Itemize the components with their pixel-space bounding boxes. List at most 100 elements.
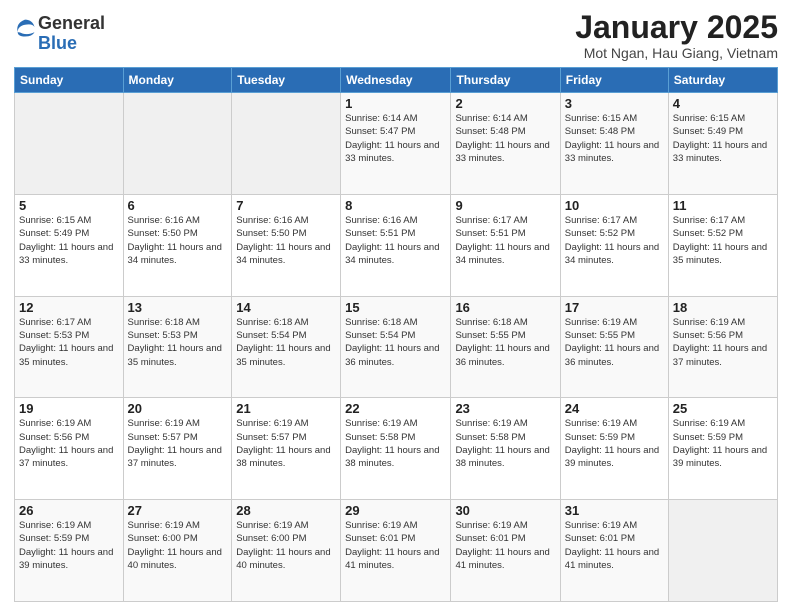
calendar-cell xyxy=(668,500,777,602)
calendar-cell xyxy=(15,93,124,195)
day-info: Sunrise: 6:15 AM Sunset: 5:48 PM Dayligh… xyxy=(565,112,664,165)
calendar-cell: 16Sunrise: 6:18 AM Sunset: 5:55 PM Dayli… xyxy=(451,296,560,398)
calendar-cell: 31Sunrise: 6:19 AM Sunset: 6:01 PM Dayli… xyxy=(560,500,668,602)
day-info: Sunrise: 6:19 AM Sunset: 5:59 PM Dayligh… xyxy=(673,417,773,470)
calendar-cell: 7Sunrise: 6:16 AM Sunset: 5:50 PM Daylig… xyxy=(232,194,341,296)
calendar-week-row: 12Sunrise: 6:17 AM Sunset: 5:53 PM Dayli… xyxy=(15,296,778,398)
calendar-cell: 1Sunrise: 6:14 AM Sunset: 5:47 PM Daylig… xyxy=(341,93,451,195)
day-number: 9 xyxy=(455,198,555,213)
calendar-cell: 8Sunrise: 6:16 AM Sunset: 5:51 PM Daylig… xyxy=(341,194,451,296)
calendar-cell: 11Sunrise: 6:17 AM Sunset: 5:52 PM Dayli… xyxy=(668,194,777,296)
page: General Blue January 2025 Mot Ngan, Hau … xyxy=(0,0,792,612)
day-info: Sunrise: 6:19 AM Sunset: 6:00 PM Dayligh… xyxy=(236,519,336,572)
day-info: Sunrise: 6:14 AM Sunset: 5:48 PM Dayligh… xyxy=(455,112,555,165)
day-info: Sunrise: 6:16 AM Sunset: 5:50 PM Dayligh… xyxy=(236,214,336,267)
day-info: Sunrise: 6:18 AM Sunset: 5:53 PM Dayligh… xyxy=(128,316,228,369)
day-number: 14 xyxy=(236,300,336,315)
calendar-cell: 12Sunrise: 6:17 AM Sunset: 5:53 PM Dayli… xyxy=(15,296,124,398)
day-info: Sunrise: 6:19 AM Sunset: 6:00 PM Dayligh… xyxy=(128,519,228,572)
calendar-cell: 28Sunrise: 6:19 AM Sunset: 6:00 PM Dayli… xyxy=(232,500,341,602)
calendar-cell: 21Sunrise: 6:19 AM Sunset: 5:57 PM Dayli… xyxy=(232,398,341,500)
day-number: 31 xyxy=(565,503,664,518)
calendar-cell: 2Sunrise: 6:14 AM Sunset: 5:48 PM Daylig… xyxy=(451,93,560,195)
weekday-header: Friday xyxy=(560,68,668,93)
calendar-cell: 15Sunrise: 6:18 AM Sunset: 5:54 PM Dayli… xyxy=(341,296,451,398)
weekday-header-row: SundayMondayTuesdayWednesdayThursdayFrid… xyxy=(15,68,778,93)
calendar-table: SundayMondayTuesdayWednesdayThursdayFrid… xyxy=(14,67,778,602)
day-number: 12 xyxy=(19,300,119,315)
day-number: 15 xyxy=(345,300,446,315)
weekday-header: Sunday xyxy=(15,68,124,93)
logo: General Blue xyxy=(14,14,105,54)
day-number: 19 xyxy=(19,401,119,416)
calendar-cell: 13Sunrise: 6:18 AM Sunset: 5:53 PM Dayli… xyxy=(123,296,232,398)
calendar-cell: 24Sunrise: 6:19 AM Sunset: 5:59 PM Dayli… xyxy=(560,398,668,500)
day-info: Sunrise: 6:19 AM Sunset: 5:58 PM Dayligh… xyxy=(345,417,446,470)
calendar-week-row: 1Sunrise: 6:14 AM Sunset: 5:47 PM Daylig… xyxy=(15,93,778,195)
calendar-cell: 6Sunrise: 6:16 AM Sunset: 5:50 PM Daylig… xyxy=(123,194,232,296)
weekday-header: Tuesday xyxy=(232,68,341,93)
header: General Blue January 2025 Mot Ngan, Hau … xyxy=(14,10,778,61)
day-info: Sunrise: 6:17 AM Sunset: 5:51 PM Dayligh… xyxy=(455,214,555,267)
calendar-cell: 25Sunrise: 6:19 AM Sunset: 5:59 PM Dayli… xyxy=(668,398,777,500)
logo-blue: Blue xyxy=(38,33,77,53)
calendar-week-row: 19Sunrise: 6:19 AM Sunset: 5:56 PM Dayli… xyxy=(15,398,778,500)
day-info: Sunrise: 6:19 AM Sunset: 6:01 PM Dayligh… xyxy=(565,519,664,572)
calendar-title: January 2025 xyxy=(575,10,778,45)
calendar-week-row: 5Sunrise: 6:15 AM Sunset: 5:49 PM Daylig… xyxy=(15,194,778,296)
day-number: 4 xyxy=(673,96,773,111)
weekday-header: Wednesday xyxy=(341,68,451,93)
day-number: 20 xyxy=(128,401,228,416)
day-number: 21 xyxy=(236,401,336,416)
day-number: 30 xyxy=(455,503,555,518)
day-info: Sunrise: 6:19 AM Sunset: 6:01 PM Dayligh… xyxy=(455,519,555,572)
calendar-cell: 4Sunrise: 6:15 AM Sunset: 5:49 PM Daylig… xyxy=(668,93,777,195)
day-number: 27 xyxy=(128,503,228,518)
day-number: 6 xyxy=(128,198,228,213)
day-number: 10 xyxy=(565,198,664,213)
day-info: Sunrise: 6:19 AM Sunset: 5:56 PM Dayligh… xyxy=(19,417,119,470)
calendar-cell xyxy=(123,93,232,195)
day-info: Sunrise: 6:18 AM Sunset: 5:55 PM Dayligh… xyxy=(455,316,555,369)
calendar-cell: 26Sunrise: 6:19 AM Sunset: 5:59 PM Dayli… xyxy=(15,500,124,602)
logo-general: General xyxy=(38,13,105,33)
day-info: Sunrise: 6:19 AM Sunset: 5:59 PM Dayligh… xyxy=(565,417,664,470)
day-info: Sunrise: 6:18 AM Sunset: 5:54 PM Dayligh… xyxy=(345,316,446,369)
day-info: Sunrise: 6:17 AM Sunset: 5:52 PM Dayligh… xyxy=(673,214,773,267)
weekday-header: Saturday xyxy=(668,68,777,93)
day-info: Sunrise: 6:17 AM Sunset: 5:53 PM Dayligh… xyxy=(19,316,119,369)
calendar-cell: 22Sunrise: 6:19 AM Sunset: 5:58 PM Dayli… xyxy=(341,398,451,500)
day-info: Sunrise: 6:19 AM Sunset: 5:56 PM Dayligh… xyxy=(673,316,773,369)
day-number: 25 xyxy=(673,401,773,416)
day-info: Sunrise: 6:17 AM Sunset: 5:52 PM Dayligh… xyxy=(565,214,664,267)
day-number: 7 xyxy=(236,198,336,213)
day-info: Sunrise: 6:19 AM Sunset: 5:57 PM Dayligh… xyxy=(128,417,228,470)
day-number: 8 xyxy=(345,198,446,213)
day-info: Sunrise: 6:16 AM Sunset: 5:51 PM Dayligh… xyxy=(345,214,446,267)
day-info: Sunrise: 6:15 AM Sunset: 5:49 PM Dayligh… xyxy=(673,112,773,165)
title-block: January 2025 Mot Ngan, Hau Giang, Vietna… xyxy=(575,10,778,61)
day-number: 28 xyxy=(236,503,336,518)
calendar-cell: 27Sunrise: 6:19 AM Sunset: 6:00 PM Dayli… xyxy=(123,500,232,602)
day-number: 18 xyxy=(673,300,773,315)
calendar-cell: 10Sunrise: 6:17 AM Sunset: 5:52 PM Dayli… xyxy=(560,194,668,296)
day-info: Sunrise: 6:15 AM Sunset: 5:49 PM Dayligh… xyxy=(19,214,119,267)
day-number: 13 xyxy=(128,300,228,315)
day-number: 23 xyxy=(455,401,555,416)
calendar-cell: 23Sunrise: 6:19 AM Sunset: 5:58 PM Dayli… xyxy=(451,398,560,500)
day-info: Sunrise: 6:19 AM Sunset: 5:58 PM Dayligh… xyxy=(455,417,555,470)
calendar-cell: 19Sunrise: 6:19 AM Sunset: 5:56 PM Dayli… xyxy=(15,398,124,500)
calendar-cell: 29Sunrise: 6:19 AM Sunset: 6:01 PM Dayli… xyxy=(341,500,451,602)
day-number: 24 xyxy=(565,401,664,416)
day-number: 29 xyxy=(345,503,446,518)
day-info: Sunrise: 6:19 AM Sunset: 6:01 PM Dayligh… xyxy=(345,519,446,572)
day-info: Sunrise: 6:19 AM Sunset: 5:57 PM Dayligh… xyxy=(236,417,336,470)
calendar-week-row: 26Sunrise: 6:19 AM Sunset: 5:59 PM Dayli… xyxy=(15,500,778,602)
day-number: 17 xyxy=(565,300,664,315)
calendar-cell xyxy=(232,93,341,195)
calendar-cell: 9Sunrise: 6:17 AM Sunset: 5:51 PM Daylig… xyxy=(451,194,560,296)
day-number: 16 xyxy=(455,300,555,315)
weekday-header: Thursday xyxy=(451,68,560,93)
day-info: Sunrise: 6:18 AM Sunset: 5:54 PM Dayligh… xyxy=(236,316,336,369)
calendar-cell: 3Sunrise: 6:15 AM Sunset: 5:48 PM Daylig… xyxy=(560,93,668,195)
